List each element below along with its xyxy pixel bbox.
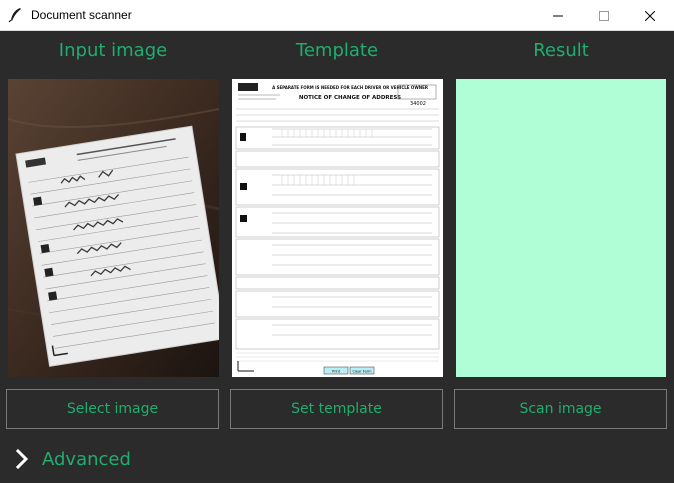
minimize-button[interactable] — [535, 0, 581, 31]
result-preview — [456, 79, 666, 377]
scan-image-label: Scan image — [519, 401, 602, 417]
maximize-icon — [599, 10, 609, 21]
input-photo — [8, 79, 219, 377]
chevron-right-icon — [15, 448, 29, 470]
set-template-label: Set template — [291, 401, 382, 417]
advanced-toggle[interactable]: Advanced — [14, 445, 131, 473]
title-bar: Document scanner — [0, 0, 674, 31]
set-template-button[interactable]: Set template — [230, 389, 443, 429]
maximize-button[interactable] — [581, 0, 627, 31]
close-icon — [645, 10, 655, 21]
template-preview: A SEPARATE FORM IS NEEDED FOR EACH DRIVE… — [232, 79, 443, 377]
input-image-header: Input image — [58, 40, 168, 61]
result-header: Result — [533, 40, 589, 61]
template-clear-label: Clear Form — [352, 370, 372, 374]
select-image-button[interactable]: Select image — [6, 389, 219, 429]
input-image-preview — [8, 79, 219, 377]
template-subheading: A SEPARATE FORM IS NEEDED FOR EACH DRIVE… — [272, 85, 428, 90]
minimize-icon — [553, 15, 563, 16]
template-form-number: 34002 — [410, 101, 426, 107]
template-print-button: Print — [323, 366, 349, 375]
advanced-label: Advanced — [42, 448, 131, 470]
select-image-label: Select image — [66, 401, 159, 417]
template-print-label: Print — [332, 370, 341, 374]
window-title: Document scanner — [31, 8, 132, 22]
close-button[interactable] — [627, 0, 673, 31]
template-clear-button: Clear Form — [349, 366, 375, 375]
scan-image-button[interactable]: Scan image — [454, 389, 667, 429]
feather-icon — [8, 7, 24, 23]
template-document: A SEPARATE FORM IS NEEDED FOR EACH DRIVE… — [232, 79, 443, 377]
template-header: Template — [295, 40, 379, 61]
template-heading: NOTICE OF CHANGE OF ADDRESS — [299, 95, 401, 101]
